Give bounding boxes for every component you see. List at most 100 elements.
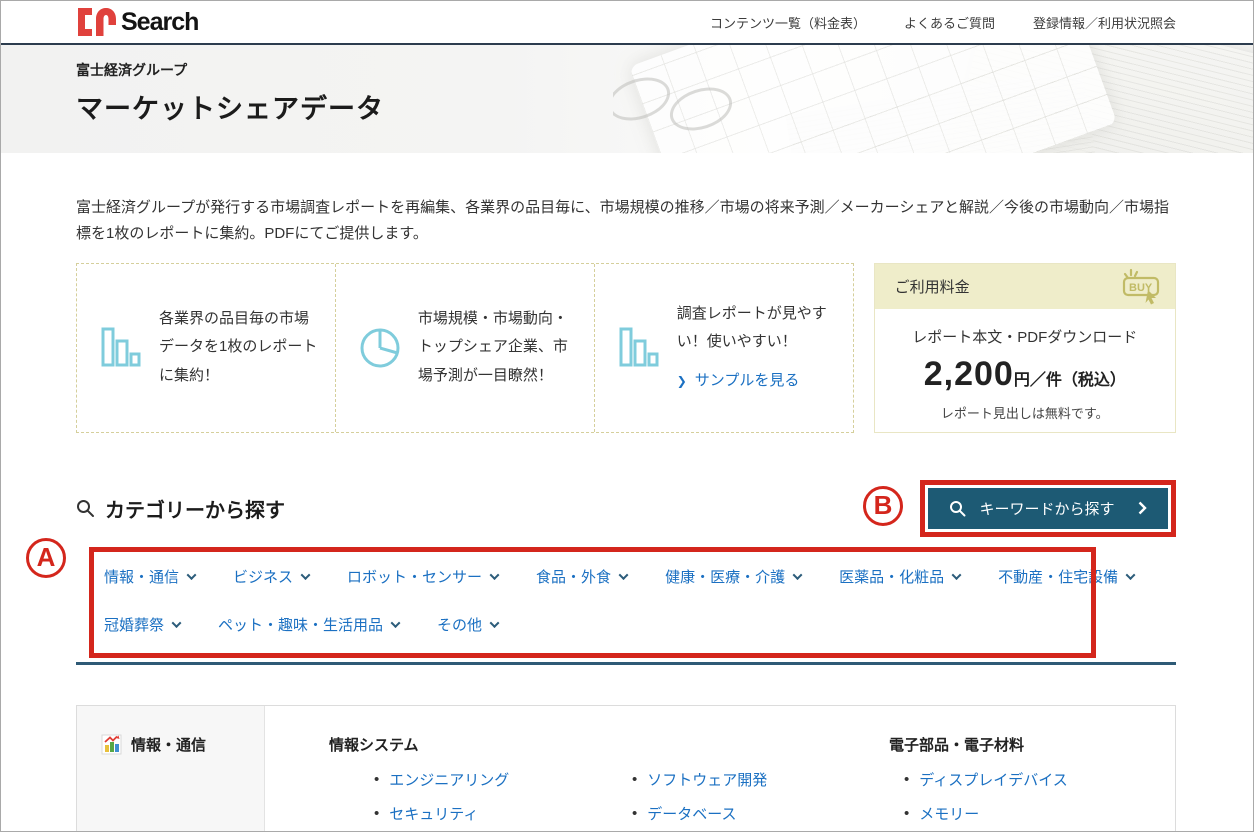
chevron-down-icon — [301, 570, 311, 580]
annotation-label-a: A — [26, 538, 66, 578]
page: Search コンテンツ一覧（料金表） よくあるご質問 登録情報／利用状況照会 … — [0, 0, 1254, 832]
nav-contents-pricing[interactable]: コンテンツ一覧（料金表） — [710, 13, 866, 32]
link-list: ソフトウェア開発 データベース — [632, 769, 889, 824]
chevron-down-icon — [172, 618, 182, 628]
chevron-down-icon — [793, 570, 803, 580]
feature-box-overview: 市場規模・市場動向・トップシェア企業、市場予測が一目瞭然！ — [335, 264, 594, 432]
sidebar-item-label: 情報・通信 — [131, 734, 206, 755]
buy-icon: BUY — [1117, 266, 1165, 306]
price-row: 2,200円／件（税込） — [875, 355, 1175, 394]
chevron-down-icon — [952, 570, 962, 580]
category-business[interactable]: ビジネス — [233, 566, 309, 587]
category-label: その他 — [437, 614, 482, 635]
feature-box-usability: 調査レポートが見やすい！使いやすい！ サンプルを見る — [594, 264, 853, 432]
logo-wordmark: Search — [121, 8, 198, 37]
category-health-medical-care[interactable]: 健康・医療・介護 — [665, 566, 801, 587]
annotation-box-a — [89, 547, 1096, 658]
view-sample-link[interactable]: サンプルを見る — [677, 367, 800, 396]
category-label: 健康・医療・介護 — [665, 566, 785, 587]
chevron-down-icon — [619, 570, 629, 580]
category-label: ロボット・センサー — [347, 566, 482, 587]
price-amount: 2,200 — [924, 355, 1014, 393]
chevron-down-icon — [1126, 570, 1136, 580]
chevron-down-icon — [490, 618, 500, 628]
g-search-logo-icon — [76, 7, 118, 37]
link-list: エンジニアリング セキュリティ — [329, 769, 632, 824]
hero-text: 富士経済グループ マーケットシェアデータ — [1, 45, 1253, 126]
category-label: 情報・通信 — [104, 566, 179, 587]
chevron-down-icon — [490, 570, 500, 580]
category-pharma-cosmetics[interactable]: 医薬品・化粧品 — [839, 566, 960, 587]
panel-main: 情報システム エンジニアリング セキュリティ ソフトウェア開発 データベース 電… — [265, 706, 1175, 832]
feature-text: 市場規模・市場動向・トップシェア企業、市場予測が一目瞭然！ — [418, 305, 578, 391]
link-engineering[interactable]: エンジニアリング — [389, 769, 509, 790]
category-label: ペット・趣味・生活用品 — [218, 614, 383, 635]
search-icon — [949, 500, 966, 517]
pricing-header-label: ご利用料金 — [895, 276, 970, 297]
nav-registration-usage[interactable]: 登録情報／利用状況照会 — [1033, 13, 1176, 32]
column-heading — [632, 734, 889, 756]
list-item: メモリー — [904, 803, 1175, 824]
g-search-logo[interactable]: Search — [76, 7, 198, 37]
category-label: 不動産・住宅設備 — [998, 566, 1118, 587]
top-header: Search コンテンツ一覧（料金表） よくあるご質問 登録情報／利用状況照会 — [1, 1, 1253, 45]
list-item: ソフトウェア開発 — [632, 769, 889, 790]
category-label: 食品・外食 — [536, 566, 611, 587]
panel-sidebar: 情報・通信 — [77, 706, 265, 832]
pie-chart-icon — [358, 326, 402, 370]
link-security[interactable]: セキュリティ — [389, 803, 478, 824]
colored-chart-icon — [101, 734, 122, 755]
panel-column-info-systems: 情報システム エンジニアリング セキュリティ — [329, 734, 632, 832]
chevron-right-icon — [1138, 501, 1147, 515]
section-title-text: カテゴリーから探す — [105, 494, 285, 523]
link-software-development[interactable]: ソフトウェア開発 — [647, 769, 767, 790]
category-info-telecom[interactable]: 情報・通信 — [104, 566, 195, 587]
category-pet-hobby-daily-goods[interactable]: ペット・趣味・生活用品 — [218, 614, 399, 635]
page-title: マーケットシェアデータ — [76, 87, 1253, 126]
link-database[interactable]: データベース — [647, 803, 736, 824]
feature-text-with-link: 調査レポートが見やすい！使いやすい！ サンプルを見る — [677, 300, 837, 396]
annotation-label-b: B — [863, 486, 903, 526]
category-food-dining[interactable]: 食品・外食 — [536, 566, 627, 587]
bar-chart-icon — [99, 326, 143, 370]
list-item: セキュリティ — [374, 803, 632, 824]
main-content: 富士経済グループが発行する市場調査レポートを再編集、各業界の品目毎に、市場規模の… — [1, 195, 1253, 832]
category-robot-sensor[interactable]: ロボット・センサー — [347, 566, 498, 587]
link-display-device[interactable]: ディスプレイデバイス — [919, 769, 1068, 790]
pricing-header: ご利用料金 BUY — [875, 264, 1175, 309]
keyword-search-label: キーワードから探す — [979, 498, 1114, 519]
category-ceremonial[interactable]: 冠婚葬祭 — [104, 614, 180, 635]
bar-chart-icon — [617, 326, 661, 370]
list-item: データベース — [632, 803, 889, 824]
keyword-search-button[interactable]: キーワードから探す — [928, 488, 1168, 529]
category-other[interactable]: その他 — [437, 614, 498, 635]
section-title: カテゴリーから探す — [76, 494, 285, 523]
pricing-body: レポート本文・PDFダウンロード 2,200円／件（税込） レポート見出しは無料… — [875, 309, 1175, 422]
category-dropdown-area: A 情報・通信 ビジネス ロボット・センサー 食品・外食 健康・医療・介護 医薬… — [76, 549, 1176, 665]
feature-text: 各業界の品目毎の市場データを1枚のレポートに集約！ — [159, 305, 319, 391]
link-memory[interactable]: メモリー — [919, 803, 979, 824]
category-row-2: 冠婚葬祭 ペット・趣味・生活用品 その他 — [104, 614, 1176, 635]
column-heading: 電子部品・電子材料 — [889, 734, 1175, 756]
sidebar-item-info-telecom[interactable]: 情報・通信 — [101, 734, 264, 755]
nav-faq[interactable]: よくあるご質問 — [904, 13, 995, 32]
category-realestate-housing[interactable]: 不動産・住宅設備 — [998, 566, 1134, 587]
annotation-box-b: B キーワードから探す — [920, 480, 1176, 537]
top-nav: コンテンツ一覧（料金表） よくあるご質問 登録情報／利用状況照会 — [710, 13, 1176, 32]
category-label: ビジネス — [233, 566, 293, 587]
pricing-box: ご利用料金 BUY レポート本文・PDFダウンロード 2,200円／件（税込） — [874, 263, 1176, 433]
feature-boards: 各業界の品目毎の市場データを1枚のレポートに集約！ 市場規模・市場動向・トップシ… — [76, 263, 1176, 433]
category-label: 冠婚葬祭 — [104, 614, 164, 635]
hero-banner: 富士経済グループ マーケットシェアデータ — [1, 45, 1253, 153]
link-list: ディスプレイデバイス メモリー — [889, 769, 1175, 824]
list-item: エンジニアリング — [374, 769, 632, 790]
pricing-description: レポート本文・PDFダウンロード — [875, 326, 1175, 347]
chevron-down-icon — [187, 570, 197, 580]
chevron-down-icon — [391, 618, 401, 628]
column-heading: 情報システム — [329, 734, 632, 756]
feature-box-aggregate: 各業界の品目毎の市場データを1枚のレポートに集約！ — [77, 264, 335, 432]
category-row-1: 情報・通信 ビジネス ロボット・センサー 食品・外食 健康・医療・介護 医薬品・… — [104, 566, 1176, 587]
feature-boxes: 各業界の品目毎の市場データを1枚のレポートに集約！ 市場規模・市場動向・トップシ… — [76, 263, 854, 433]
category-search-header: カテゴリーから探す B キーワードから探す — [76, 480, 1176, 537]
category-label: 医薬品・化粧品 — [839, 566, 944, 587]
